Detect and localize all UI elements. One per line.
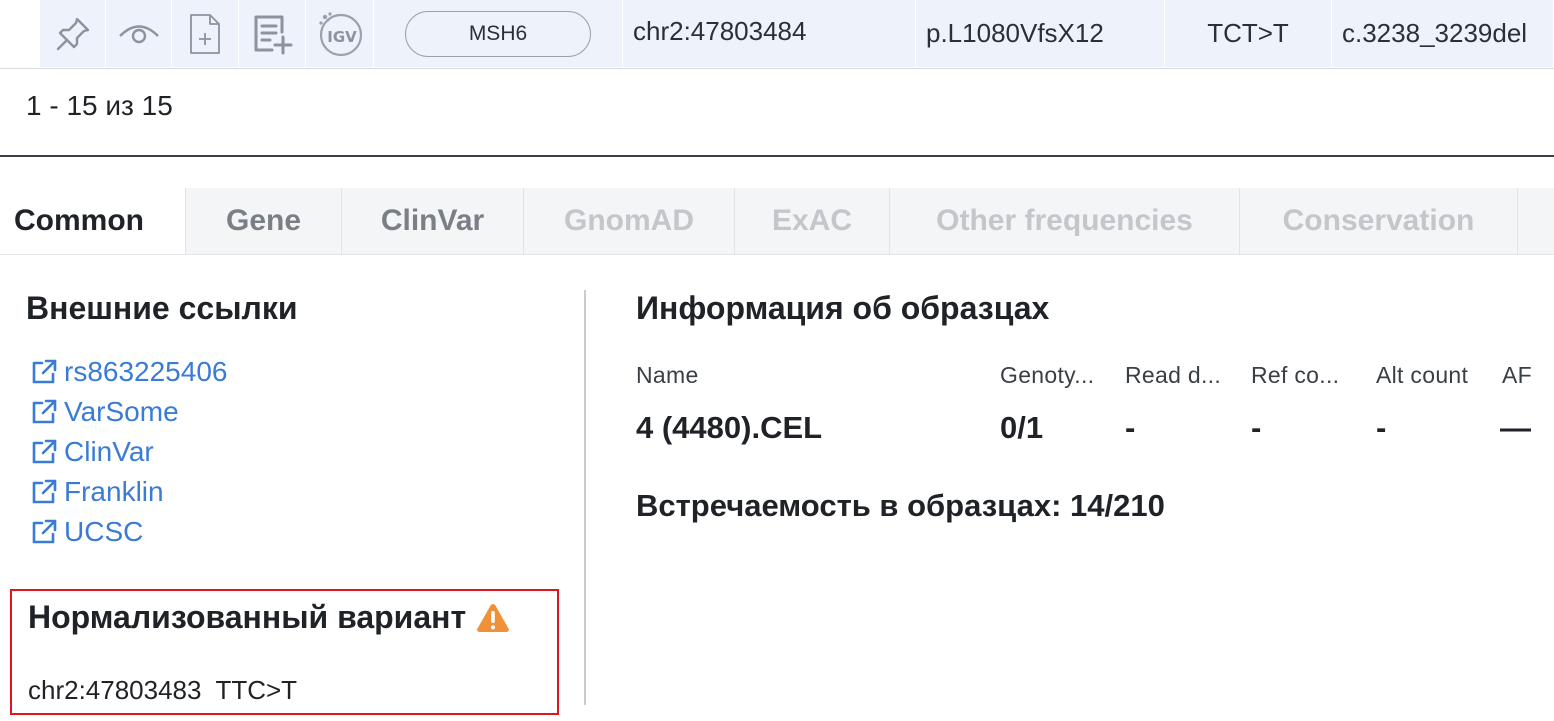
tab-overflow — [1518, 188, 1554, 254]
eye-icon — [117, 19, 161, 49]
pagination-info: 1 - 15 из 15 — [26, 90, 173, 121]
protein-change-cell: p.L1080VfsX12 — [916, 0, 1165, 67]
allele-change-cell: TCT>T — [1165, 0, 1332, 67]
gene-chip[interactable]: MSH6 — [405, 10, 591, 57]
pin-button[interactable] — [40, 0, 106, 67]
sample-occurrence: Встречаемость в образцах: 14/210 — [636, 488, 1165, 523]
column-header-genotype[interactable]: Genoty... — [1000, 362, 1094, 389]
allele-change: TCT>T — [1207, 18, 1289, 48]
column-header-ref-count[interactable]: Ref co... — [1251, 362, 1339, 389]
normalized-variant-box: Нормализованный вариант chr2:47803483 TT… — [10, 589, 559, 715]
external-link-icon — [32, 439, 57, 464]
link-label: UCSC — [64, 516, 144, 547]
link-ucsc[interactable]: UCSC — [30, 512, 227, 552]
protein-change: p.L1080VfsX12 — [926, 18, 1104, 48]
column-header-af[interactable]: AF — [1502, 362, 1532, 389]
tab-clinvar[interactable]: ClinVar — [342, 188, 524, 254]
external-link-icon — [32, 399, 57, 424]
link-label: ClinVar — [64, 436, 154, 467]
external-link-icon — [32, 519, 57, 544]
add-file-icon — [187, 12, 223, 56]
igv-button[interactable]: IGV — [306, 0, 374, 67]
cdna-change: c.3238_3239del — [1342, 18, 1528, 48]
external-links-title: Внешние ссылки — [26, 290, 298, 326]
section-divider — [0, 155, 1554, 157]
position-cell: chr2:47803484 — [623, 0, 916, 67]
gene-cell: MSH6 — [374, 0, 623, 67]
tab-common[interactable]: Common — [0, 188, 186, 254]
normalized-variant-value: chr2:47803483 TTC>T — [28, 675, 298, 705]
normalized-variant-title: Нормализованный вариант — [28, 599, 510, 636]
tab-exac[interactable]: ExAC — [735, 188, 890, 254]
link-dbsnp[interactable]: rs863225406 — [30, 352, 227, 392]
column-divider — [584, 290, 586, 705]
add-list-icon — [250, 12, 294, 56]
variant-row: IGV MSH6 chr2:47803484 p.L1080VfsX12 TCT… — [0, 0, 1554, 69]
tab-gnomad[interactable]: GnomAD — [524, 188, 735, 254]
igv-icon: IGV — [316, 10, 364, 58]
link-franklin[interactable]: Franklin — [30, 472, 227, 512]
normalized-variant-heading: Нормализованный вариант — [28, 599, 467, 635]
tab-conservation[interactable]: Conservation — [1240, 188, 1518, 254]
link-label: Franklin — [64, 476, 164, 507]
column-header-read-depth[interactable]: Read d... — [1125, 362, 1221, 389]
column-header-name[interactable]: Name — [636, 362, 699, 389]
gene-label: MSH6 — [468, 21, 528, 45]
sample-ref-count: - — [1251, 410, 1262, 445]
add-to-list-button[interactable] — [239, 0, 306, 67]
link-clinvar[interactable]: ClinVar — [30, 432, 227, 472]
sample-alt-count: - — [1376, 410, 1387, 445]
details-tabs: Common Gene ClinVar GnomAD ExAC Other fr… — [0, 188, 1554, 255]
link-label: rs863225406 — [64, 356, 228, 387]
sample-name: 4 (4480).CEL — [636, 410, 823, 445]
svg-text:IGV: IGV — [327, 28, 357, 46]
tab-other-frequencies[interactable]: Other frequencies — [890, 188, 1240, 254]
view-button[interactable] — [106, 0, 172, 67]
column-header-alt-count[interactable]: Alt count — [1376, 362, 1468, 389]
tab-gene[interactable]: Gene — [186, 188, 342, 254]
link-varsome[interactable]: VarSome — [30, 392, 227, 432]
samples-title: Информация об образцах — [636, 290, 1050, 326]
external-link-icon — [32, 359, 57, 384]
row-gutter — [0, 0, 40, 67]
cdna-change-cell: c.3238_3239del — [1332, 0, 1554, 67]
link-label: VarSome — [64, 396, 179, 427]
add-file-button[interactable] — [172, 0, 239, 67]
external-link-icon — [32, 479, 57, 504]
sample-read-depth: - — [1125, 410, 1136, 445]
pin-icon — [53, 14, 93, 54]
sample-genotype: 0/1 — [1000, 410, 1044, 445]
variant-position: chr2:47803484 — [633, 16, 807, 46]
external-links-list: rs863225406 VarSome ClinVar Franklin UCS… — [30, 352, 227, 552]
warning-icon — [477, 603, 510, 632]
sample-af: — — [1500, 410, 1531, 445]
